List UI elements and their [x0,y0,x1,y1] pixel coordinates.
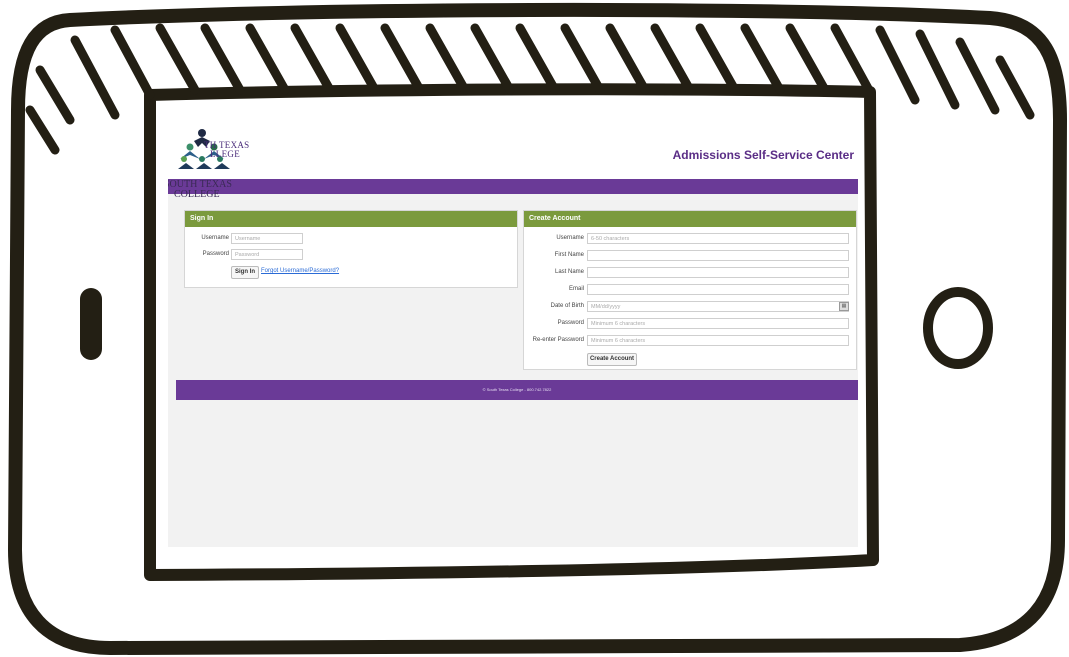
reenter-password-input[interactable]: Minimum 6 characters [587,335,849,346]
site-header: TH TEXAS LLEGE Admissions Self-Service C… [168,117,858,179]
page-title: Admissions Self-Service Center [672,148,854,162]
password-label: Password [202,251,229,257]
create-password-input[interactable]: Minimum 6 characters [587,318,849,329]
calendar-icon[interactable]: ▦ [839,302,849,311]
site-footer: © South Texas College - 800.742.7822 [176,380,858,400]
overlay-line-2: COLLEGE [174,189,220,200]
first-name-label: First Name [554,252,584,258]
first-name-input[interactable] [587,250,849,261]
email-label: Email [568,286,584,292]
sign-in-heading: Sign In [185,211,517,227]
dob-label: Date of Birth [550,303,584,309]
create-account-panel: Create Account Username 6-50 characters … [523,210,857,370]
logo-line-2: LLEGE [210,149,240,159]
footer-text: © South Texas College - 800.742.7822 [482,387,552,392]
dob-input[interactable]: MM/dd/yyyy [587,301,849,312]
last-name-label: Last Name [554,269,584,275]
logo-text: TH TEXAS LLEGE [204,141,249,159]
create-account-button[interactable]: Create Account [587,353,637,366]
email-input[interactable] [587,284,849,295]
sign-in-panel: Sign In Username Username Password Passw… [184,210,518,288]
signin-username-input[interactable]: Username [231,233,303,244]
create-username-label: Username [556,235,584,241]
purple-nav-bar [168,179,858,194]
signin-password-input[interactable]: Password [231,249,303,260]
create-account-heading: Create Account [524,211,856,227]
create-username-input[interactable]: 6-50 characters [587,233,849,244]
browser-screen: TH TEXAS LLEGE Admissions Self-Service C… [168,117,858,547]
username-label: Username [201,235,229,241]
last-name-input[interactable] [587,267,849,278]
create-password-label: Password [557,320,584,326]
reenter-password-label: Re-enter Password [532,337,584,343]
overlay-college-name: SOUTH TEXAS COLLEGE [168,180,232,200]
forgot-credentials-link[interactable]: Forgot Username/Password? [261,268,339,274]
sign-in-button[interactable]: Sign In [231,266,259,279]
